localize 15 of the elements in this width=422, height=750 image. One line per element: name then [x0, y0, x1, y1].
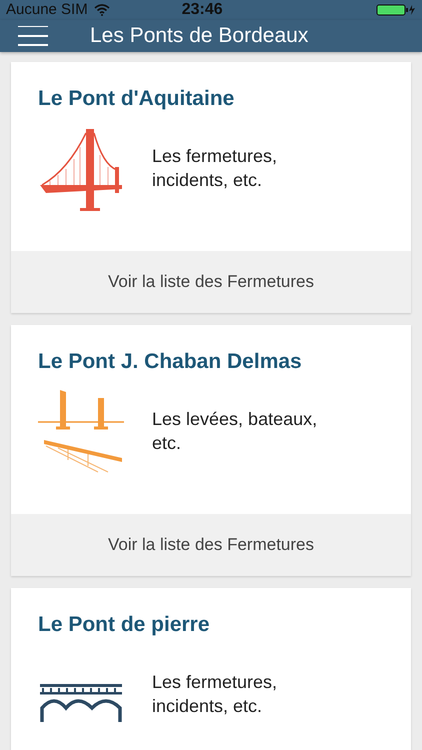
bridge-description: Les fermetures, incidents, etc. [152, 670, 278, 718]
bridge-name: Le Pont d'Aquitaine [38, 86, 236, 112]
menu-icon[interactable] [18, 26, 48, 46]
clock: 23:46 [182, 0, 223, 20]
bridge-name: Le Pont J. Chaban Delmas [38, 348, 303, 374]
closures-list-button[interactable]: Voir la liste des Fermetures [11, 514, 411, 576]
bridge-name: Le Pont de pierre [38, 612, 211, 638]
closures-list-button[interactable]: Voir la liste des Fermetures [11, 250, 411, 312]
lift-bridge-icon [38, 388, 124, 474]
battery-icon [376, 4, 416, 16]
wifi-icon [94, 4, 110, 16]
bridge-description: Les levées, bateaux, etc. [152, 408, 318, 454]
carrier-label: Aucune SIM [6, 0, 88, 20]
screen-title: Les Ponts de Bordeaux [90, 23, 308, 49]
bridge-description: Les fermetures, incidents, etc. [152, 144, 278, 192]
